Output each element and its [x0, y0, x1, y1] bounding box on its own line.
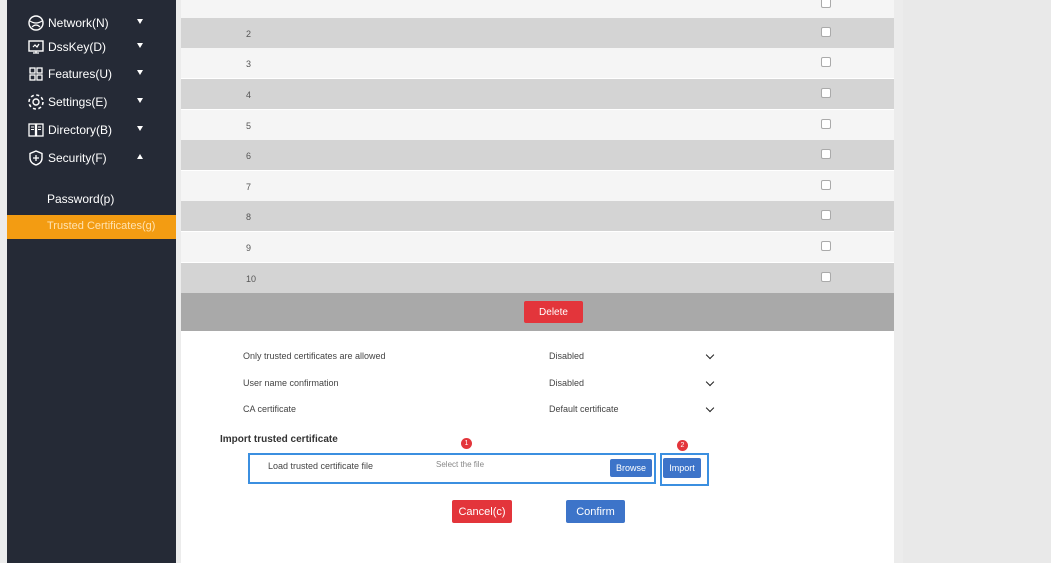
- cancel-button[interactable]: Cancel(c): [452, 500, 512, 523]
- row-checkbox[interactable]: [821, 149, 831, 159]
- grid-icon: [29, 67, 43, 81]
- nav-item-label: DssKey(D): [48, 40, 107, 54]
- nav-item-directory[interactable]: Directory(B): [7, 115, 176, 145]
- import-button[interactable]: Import: [663, 458, 701, 478]
- row-number: 5: [246, 121, 252, 131]
- browse-button[interactable]: Browse: [610, 459, 652, 477]
- file-field-label: Load trusted certificate file: [268, 461, 374, 471]
- table-row: 3: [181, 48, 894, 78]
- select-value: Disabled: [549, 351, 585, 361]
- network-icon: [28, 15, 44, 31]
- nav-item-security[interactable]: Security(F): [7, 143, 176, 173]
- row-number: 3: [246, 59, 252, 69]
- table-row: 10: [181, 263, 894, 293]
- chevron-up-icon: [137, 154, 143, 159]
- setting-label: User name confirmation: [243, 378, 339, 388]
- chevron-down-icon: [705, 403, 715, 413]
- sub-item-label: Trusted Certificates(g): [47, 220, 156, 232]
- shield-icon: [29, 150, 43, 166]
- username-confirmation-select[interactable]: Disabled: [543, 373, 721, 393]
- table-row: 5: [181, 110, 894, 140]
- row-number: 7: [246, 182, 252, 192]
- ca-certificate-select[interactable]: Default certificate: [543, 399, 721, 419]
- row-number: 10: [246, 274, 257, 284]
- trusted-only-select[interactable]: Disabled: [543, 346, 721, 366]
- table-row: 9: [181, 232, 894, 262]
- select-value: Disabled: [549, 378, 585, 388]
- setting-label: CA certificate: [243, 404, 297, 414]
- row-number: 6: [246, 151, 252, 161]
- main-content: 2 3 4 5 6 7 8 9 10 Delete Only trusted c…: [181, 0, 894, 563]
- step-badge: 1: [461, 438, 472, 449]
- chevron-down-icon: [137, 98, 143, 103]
- setting-label: Only trusted certificates are allowed: [243, 351, 386, 361]
- nav-item-dsskey[interactable]: DssKey(D): [7, 32, 176, 62]
- nav-item-label: Network(N): [48, 16, 109, 30]
- nav-item-label: Features(U): [48, 67, 113, 81]
- gear-icon: [28, 94, 44, 110]
- delete-bar: Delete: [181, 293, 894, 331]
- nav-item-label: Security(F): [48, 151, 107, 165]
- book-icon: [28, 123, 44, 137]
- chevron-down-icon: [137, 19, 143, 24]
- table-row: [181, 0, 894, 18]
- nav-item-settings[interactable]: Settings(E): [7, 87, 176, 117]
- table-row: 6: [181, 140, 894, 170]
- chevron-down-icon: [705, 377, 715, 387]
- sidebar-item-password[interactable]: Password(p): [7, 187, 176, 211]
- row-checkbox[interactable]: [821, 27, 831, 37]
- nav-item-label: Directory(B): [48, 123, 113, 137]
- row-number: 8: [246, 212, 252, 222]
- table-row: 8: [181, 201, 894, 231]
- row-checkbox[interactable]: [821, 57, 831, 67]
- right-panel: [903, 0, 1051, 563]
- nav-item-label: Settings(E): [48, 95, 108, 109]
- chevron-down-icon: [137, 70, 143, 75]
- table-row: 2: [181, 18, 894, 48]
- select-value: Default certificate: [549, 404, 619, 414]
- row-checkbox[interactable]: [821, 241, 831, 251]
- delete-button[interactable]: Delete: [524, 301, 583, 323]
- row-checkbox[interactable]: [821, 272, 831, 282]
- file-path-input[interactable]: Select the file: [436, 460, 606, 476]
- chevron-down-icon: [137, 126, 143, 131]
- chevron-down-icon: [137, 43, 143, 48]
- nav-item-features[interactable]: Features(U): [7, 59, 176, 89]
- sidebar-item-trusted-certificates[interactable]: Trusted Certificates(g): [7, 215, 176, 239]
- sub-item-label: Password(p): [47, 192, 115, 206]
- step-badge: 2: [677, 440, 688, 451]
- row-checkbox[interactable]: [821, 210, 831, 220]
- row-number: 4: [246, 90, 252, 100]
- confirm-button[interactable]: Confirm: [566, 500, 625, 523]
- import-section-title: Import trusted certificate: [220, 434, 338, 445]
- row-number: 9: [246, 243, 252, 253]
- row-checkbox[interactable]: [821, 119, 831, 129]
- row-checkbox[interactable]: [821, 0, 831, 8]
- chevron-down-icon: [705, 350, 715, 360]
- table-row: 4: [181, 79, 894, 109]
- row-checkbox[interactable]: [821, 88, 831, 98]
- row-checkbox[interactable]: [821, 180, 831, 190]
- row-number: 2: [246, 29, 252, 39]
- monitor-icon: [28, 40, 44, 54]
- table-row: 7: [181, 171, 894, 201]
- sidebar: Network(N) DssKey(D) Features(U) Setting…: [7, 0, 176, 563]
